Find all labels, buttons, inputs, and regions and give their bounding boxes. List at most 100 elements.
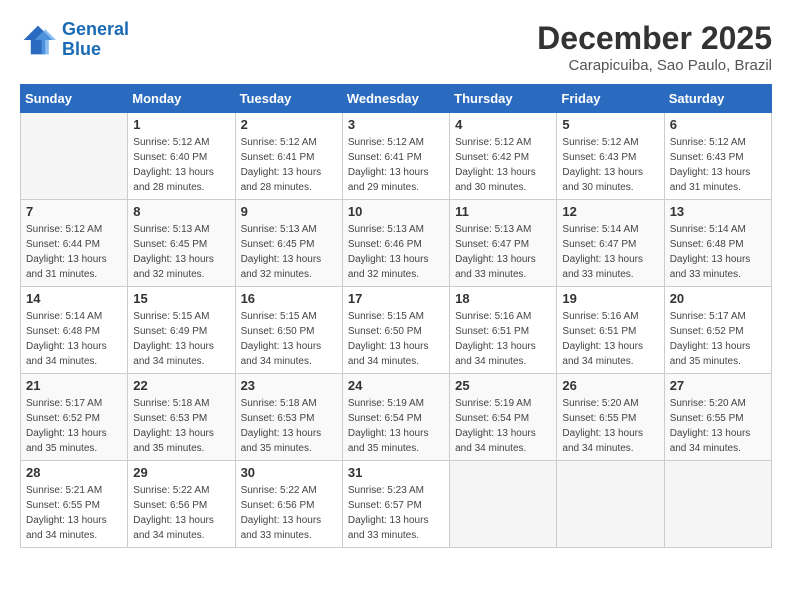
day-number: 24	[348, 378, 444, 393]
day-number: 22	[133, 378, 229, 393]
calendar-week-row: 21 Sunrise: 5:17 AM Sunset: 6:52 PM Dayli…	[21, 374, 772, 461]
weekday-header: Wednesday	[342, 85, 449, 113]
day-number: 1	[133, 117, 229, 132]
calendar-cell: 3 Sunrise: 5:12 AM Sunset: 6:41 PM Daylig…	[342, 113, 449, 200]
day-info: Sunrise: 5:21 AM Sunset: 6:55 PM Dayligh…	[26, 483, 122, 543]
calendar-cell: 31Sunrise: 5:23 AM Sunset: 6:57 PM Dayli…	[342, 461, 449, 548]
weekday-header: Monday	[128, 85, 235, 113]
day-number: 2	[241, 117, 337, 132]
calendar-cell: 11Sunrise: 5:13 AM Sunset: 6:47 PM Dayli…	[450, 200, 557, 287]
calendar-week-row: 28 Sunrise: 5:21 AM Sunset: 6:55 PM Dayli…	[21, 461, 772, 548]
weekday-header: Thursday	[450, 85, 557, 113]
calendar-table: SundayMondayTuesdayWednesdayThursdayFrid…	[20, 84, 772, 548]
day-info: Sunrise: 5:14 AM Sunset: 6:48 PM Dayligh…	[670, 222, 766, 282]
day-info: Sunrise: 5:18 AM Sunset: 6:53 PM Dayligh…	[133, 396, 229, 456]
day-info: Sunrise: 5:20 AM Sunset: 6:55 PM Dayligh…	[562, 396, 658, 456]
day-number: 21	[26, 378, 122, 393]
day-number: 15	[133, 291, 229, 306]
day-number: 7	[26, 204, 122, 219]
day-number: 8	[133, 204, 229, 219]
calendar-cell: 18 Sunrise: 5:16 AM Sunset: 6:51 PM Dayli…	[450, 287, 557, 374]
calendar-cell: 12Sunrise: 5:14 AM Sunset: 6:47 PM Dayli…	[557, 200, 664, 287]
calendar-cell: 27 Sunrise: 5:20 AM Sunset: 6:55 PM Dayli…	[664, 374, 771, 461]
weekday-header: Tuesday	[235, 85, 342, 113]
logo-text: General Blue	[62, 20, 129, 60]
day-info: Sunrise: 5:14 AM Sunset: 6:48 PM Dayligh…	[26, 309, 122, 369]
day-info: Sunrise: 5:12 AM Sunset: 6:42 PM Dayligh…	[455, 135, 551, 195]
day-number: 25	[455, 378, 551, 393]
day-info: Sunrise: 5:12 AM Sunset: 6:43 PM Dayligh…	[562, 135, 658, 195]
calendar-cell: 10 Sunrise: 5:13 AM Sunset: 6:46 PM Dayli…	[342, 200, 449, 287]
day-number: 23	[241, 378, 337, 393]
calendar-cell: 4 Sunrise: 5:12 AM Sunset: 6:42 PM Daylig…	[450, 113, 557, 200]
day-number: 9	[241, 204, 337, 219]
day-info: Sunrise: 5:16 AM Sunset: 6:51 PM Dayligh…	[455, 309, 551, 369]
day-number: 4	[455, 117, 551, 132]
day-info: Sunrise: 5:22 AM Sunset: 6:56 PM Dayligh…	[241, 483, 337, 543]
day-info: Sunrise: 5:12 AM Sunset: 6:40 PM Dayligh…	[133, 135, 229, 195]
day-info: Sunrise: 5:12 AM Sunset: 6:41 PM Dayligh…	[348, 135, 444, 195]
header: General Blue December 2025 Carapicuiba, …	[20, 20, 772, 74]
calendar-cell: 28 Sunrise: 5:21 AM Sunset: 6:55 PM Dayli…	[21, 461, 128, 548]
day-number: 18	[455, 291, 551, 306]
day-number: 20	[670, 291, 766, 306]
day-number: 29	[133, 465, 229, 480]
day-info: Sunrise: 5:15 AM Sunset: 6:50 PM Dayligh…	[348, 309, 444, 369]
day-info: Sunrise: 5:13 AM Sunset: 6:45 PM Dayligh…	[241, 222, 337, 282]
calendar-cell: 1 Sunrise: 5:12 AM Sunset: 6:40 PM Daylig…	[128, 113, 235, 200]
calendar-cell: 22 Sunrise: 5:18 AM Sunset: 6:53 PM Dayli…	[128, 374, 235, 461]
day-number: 26	[562, 378, 658, 393]
day-number: 14	[26, 291, 122, 306]
day-number: 10	[348, 204, 444, 219]
day-number: 19	[562, 291, 658, 306]
day-number: 5	[562, 117, 658, 132]
day-number: 31	[348, 465, 444, 480]
calendar-cell: 9 Sunrise: 5:13 AM Sunset: 6:45 PM Daylig…	[235, 200, 342, 287]
day-info: Sunrise: 5:19 AM Sunset: 6:54 PM Dayligh…	[455, 396, 551, 456]
day-info: Sunrise: 5:15 AM Sunset: 6:49 PM Dayligh…	[133, 309, 229, 369]
page-title: December 2025	[537, 20, 772, 57]
calendar-cell: 26 Sunrise: 5:20 AM Sunset: 6:55 PM Dayli…	[557, 374, 664, 461]
calendar-cell: 15 Sunrise: 5:15 AM Sunset: 6:49 PM Dayli…	[128, 287, 235, 374]
weekday-header: Sunday	[21, 85, 128, 113]
logo: General Blue	[20, 20, 129, 60]
day-number: 3	[348, 117, 444, 132]
calendar-week-row: 14 Sunrise: 5:14 AM Sunset: 6:48 PM Dayli…	[21, 287, 772, 374]
calendar-cell: 5 Sunrise: 5:12 AM Sunset: 6:43 PM Daylig…	[557, 113, 664, 200]
title-area: December 2025 Carapicuiba, Sao Paulo, Br…	[537, 20, 772, 74]
day-number: 17	[348, 291, 444, 306]
calendar-cell: 16 Sunrise: 5:15 AM Sunset: 6:50 PM Dayli…	[235, 287, 342, 374]
day-info: Sunrise: 5:15 AM Sunset: 6:50 PM Dayligh…	[241, 309, 337, 369]
calendar-week-row: 7Sunrise: 5:12 AM Sunset: 6:44 PM Daylig…	[21, 200, 772, 287]
day-number: 30	[241, 465, 337, 480]
day-number: 28	[26, 465, 122, 480]
calendar-cell: 13Sunrise: 5:14 AM Sunset: 6:48 PM Dayli…	[664, 200, 771, 287]
day-info: Sunrise: 5:13 AM Sunset: 6:47 PM Dayligh…	[455, 222, 551, 282]
calendar-cell: 7Sunrise: 5:12 AM Sunset: 6:44 PM Daylig…	[21, 200, 128, 287]
day-info: Sunrise: 5:13 AM Sunset: 6:45 PM Dayligh…	[133, 222, 229, 282]
calendar-cell: 29 Sunrise: 5:22 AM Sunset: 6:56 PM Dayli…	[128, 461, 235, 548]
day-number: 6	[670, 117, 766, 132]
day-info: Sunrise: 5:12 AM Sunset: 6:43 PM Dayligh…	[670, 135, 766, 195]
page-subtitle: Carapicuiba, Sao Paulo, Brazil	[537, 57, 772, 74]
day-info: Sunrise: 5:17 AM Sunset: 6:52 PM Dayligh…	[670, 309, 766, 369]
day-info: Sunrise: 5:19 AM Sunset: 6:54 PM Dayligh…	[348, 396, 444, 456]
calendar-cell: 17 Sunrise: 5:15 AM Sunset: 6:50 PM Dayli…	[342, 287, 449, 374]
day-number: 27	[670, 378, 766, 393]
day-info: Sunrise: 5:13 AM Sunset: 6:46 PM Dayligh…	[348, 222, 444, 282]
calendar-cell	[557, 461, 664, 548]
day-number: 16	[241, 291, 337, 306]
calendar-cell	[21, 113, 128, 200]
day-info: Sunrise: 5:14 AM Sunset: 6:47 PM Dayligh…	[562, 222, 658, 282]
weekday-header: Saturday	[664, 85, 771, 113]
day-info: Sunrise: 5:22 AM Sunset: 6:56 PM Dayligh…	[133, 483, 229, 543]
calendar-header-row: SundayMondayTuesdayWednesdayThursdayFrid…	[21, 85, 772, 113]
calendar-week-row: 1 Sunrise: 5:12 AM Sunset: 6:40 PM Daylig…	[21, 113, 772, 200]
calendar-cell: 20 Sunrise: 5:17 AM Sunset: 6:52 PM Dayli…	[664, 287, 771, 374]
calendar-cell: 24 Sunrise: 5:19 AM Sunset: 6:54 PM Dayli…	[342, 374, 449, 461]
calendar-cell: 25 Sunrise: 5:19 AM Sunset: 6:54 PM Dayli…	[450, 374, 557, 461]
day-info: Sunrise: 5:18 AM Sunset: 6:53 PM Dayligh…	[241, 396, 337, 456]
day-info: Sunrise: 5:20 AM Sunset: 6:55 PM Dayligh…	[670, 396, 766, 456]
day-info: Sunrise: 5:17 AM Sunset: 6:52 PM Dayligh…	[26, 396, 122, 456]
logo-line2: Blue	[62, 39, 101, 59]
